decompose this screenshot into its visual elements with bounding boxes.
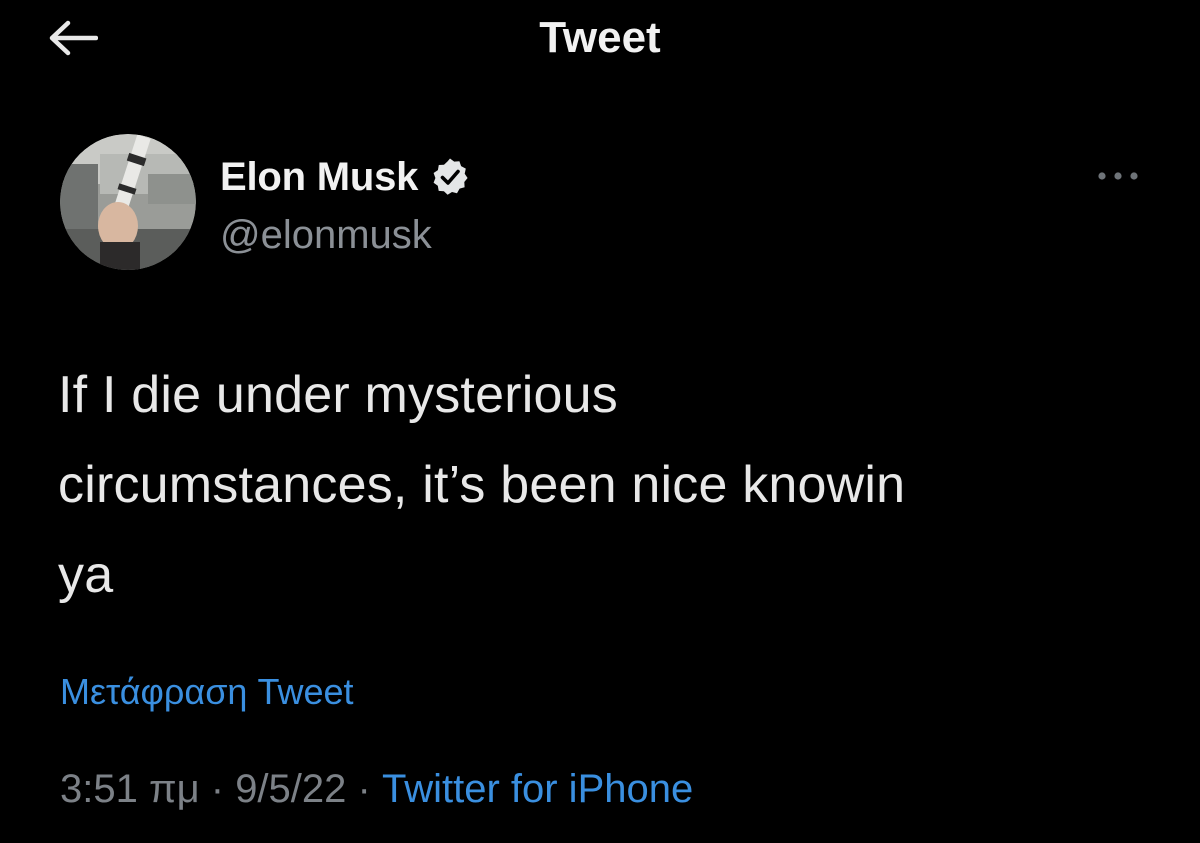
avatar-photo: [60, 134, 196, 270]
tweet-meta: 3:51 πμ · 9/5/22 · Twitter for iPhone: [60, 762, 693, 816]
author-name: Elon Musk: [220, 154, 419, 199]
page-title: Tweet: [539, 13, 661, 62]
tweet-source-link[interactable]: Twitter for iPhone: [382, 767, 693, 811]
tweet-date: 9/5/22: [235, 767, 347, 811]
author-name-row[interactable]: Elon Musk: [220, 150, 470, 204]
translate-tweet-link[interactable]: Μετάφραση Tweet: [60, 668, 353, 716]
ellipsis-icon: [1098, 172, 1138, 180]
avatar[interactable]: [60, 134, 196, 270]
meta-separator: ·: [357, 767, 371, 811]
more-options-button[interactable]: [1090, 158, 1146, 194]
tweet-text: If I die under mysterious circumstances,…: [58, 366, 906, 604]
verified-badge-icon: [433, 158, 468, 195]
meta-separator: ·: [210, 767, 225, 811]
tweet-screen: Tweet Elon Musk @elonmusk If I die under…: [0, 0, 1200, 843]
author-handle[interactable]: @elonmusk: [220, 208, 432, 262]
tweet-time: 3:51 πμ: [60, 767, 200, 811]
